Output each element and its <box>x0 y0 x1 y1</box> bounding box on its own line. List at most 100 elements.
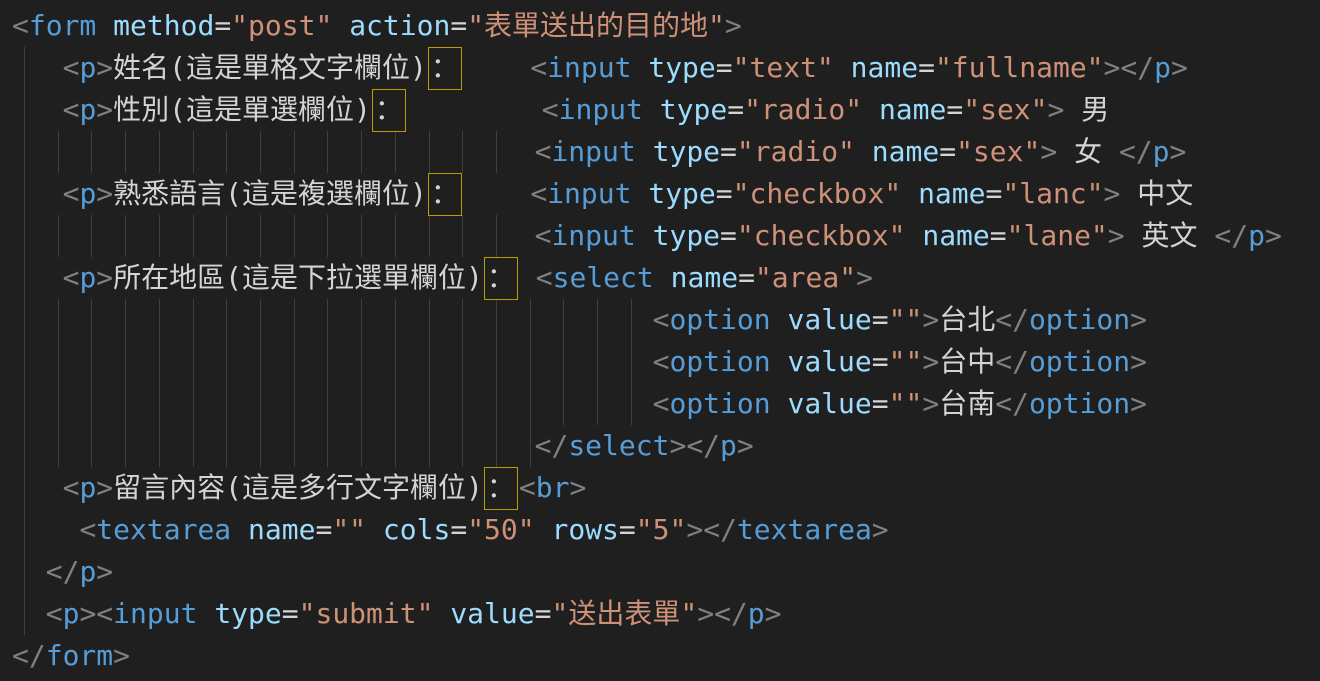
token-tx <box>463 51 530 84</box>
token-un: ： <box>428 47 462 90</box>
token-pn: </ <box>995 345 1029 378</box>
token-eq: = <box>939 135 956 168</box>
token-at: type <box>648 51 715 84</box>
token-un: ： <box>484 467 518 510</box>
token-tx <box>433 597 450 630</box>
code-line-5[interactable]: <p>熟悉語言(這是複選欄位)： <input type="checkbox" … <box>0 173 1320 215</box>
code-line-3[interactable]: <p>性別(這是單選欄位)： <input type="radio" name=… <box>0 89 1320 131</box>
token-pn: > <box>96 471 113 504</box>
code-text: <p>所在地區(這是下拉選單欄位)： <select name="area"> <box>0 257 1320 299</box>
token-tag: input <box>547 51 631 84</box>
token-eq: = <box>214 9 231 42</box>
code-line-15[interactable]: <p><input type="submit" value="送出表單"></p… <box>0 593 1320 635</box>
token-tag: option <box>669 303 770 336</box>
token-un: ： <box>428 173 462 216</box>
token-tx <box>407 93 542 126</box>
code-line-11[interactable]: </select></p> <box>0 425 1320 467</box>
token-eq: = <box>716 51 733 84</box>
token-pn: < <box>653 303 670 336</box>
token-st: "checkbox" <box>733 177 902 210</box>
token-pn: > <box>922 345 939 378</box>
code-line-12[interactable]: <p>留言內容(這是多行文字欄位)：<br> <box>0 467 1320 509</box>
code-line-14[interactable]: </p> <box>0 551 1320 593</box>
token-pn: > <box>1108 219 1125 252</box>
token-pn: </ <box>703 513 737 546</box>
code-line-8[interactable]: <option value="">台北</option> <box>0 299 1320 341</box>
token-ind <box>12 471 63 504</box>
code-line-4[interactable]: <input type="radio" name="sex"> 女 </p> <box>0 131 1320 173</box>
token-st: "post" <box>231 9 332 42</box>
code-line-10[interactable]: <option value="">台南</option> <box>0 383 1320 425</box>
token-ind <box>12 303 653 336</box>
token-pn: < <box>46 597 63 630</box>
token-pn: </ <box>995 387 1029 420</box>
token-pn: > <box>856 261 873 294</box>
token-tag: p <box>748 597 765 630</box>
token-at: rows <box>551 513 618 546</box>
code-line-7[interactable]: <p>所在地區(這是下拉選單欄位)： <select name="area"> <box>0 257 1320 299</box>
code-text: <p>留言內容(這是多行文字欄位)：<br> <box>0 467 1320 509</box>
token-pn: < <box>530 51 547 84</box>
code-text: <p>性別(這是單選欄位)： <input type="radio" name=… <box>0 89 1320 131</box>
token-tx <box>643 93 660 126</box>
token-ind <box>12 555 46 588</box>
token-st: "" <box>889 387 923 420</box>
token-tx: 台北 <box>939 303 995 336</box>
token-pn: > <box>922 387 939 420</box>
token-pn: < <box>535 135 552 168</box>
token-at: name <box>922 219 989 252</box>
code-line-2[interactable]: <p>姓名(這是單格文字欄位)： <input type="text" name… <box>0 47 1320 89</box>
token-tx: 所在地區(這是下拉選單欄位) <box>113 261 483 294</box>
token-pn: > <box>1171 51 1188 84</box>
token-tag: p <box>79 177 96 210</box>
token-tx <box>197 597 214 630</box>
token-tag: option <box>1029 345 1130 378</box>
token-pn: > <box>96 555 113 588</box>
code-line-6[interactable]: <input type="checkbox" name="lane"> 英文 <… <box>0 215 1320 257</box>
token-pn: > <box>1048 93 1065 126</box>
token-at: action <box>349 9 450 42</box>
token-pn: > <box>113 639 130 672</box>
code-line-1[interactable]: <form method="post" action="表單送出的目的地"> <box>0 5 1320 47</box>
token-tag: p <box>79 471 96 504</box>
code-text: <p>熟悉語言(這是複選欄位)： <input type="checkbox" … <box>0 173 1320 215</box>
token-tx: 英文 <box>1125 219 1215 252</box>
token-pn: < <box>63 51 80 84</box>
token-pn: < <box>536 261 553 294</box>
token-pn: > <box>1104 51 1121 84</box>
token-eq: = <box>315 513 332 546</box>
token-at: type <box>648 177 715 210</box>
token-st: "5" <box>636 513 687 546</box>
token-at: type <box>214 597 281 630</box>
token-pn: > <box>96 93 113 126</box>
code-line-13[interactable]: <textarea name="" cols="50" rows="5"></t… <box>0 509 1320 551</box>
token-eq: = <box>738 261 755 294</box>
token-tx <box>332 9 349 42</box>
code-text: <input type="checkbox" name="lane"> 英文 <… <box>0 215 1320 257</box>
token-eq: = <box>872 303 889 336</box>
token-pn: > <box>922 303 939 336</box>
token-pn: < <box>653 345 670 378</box>
code-text: <input type="radio" name="sex"> 女 </p> <box>0 131 1320 173</box>
code-text: <p><input type="submit" value="送出表單"></p… <box>0 593 1320 635</box>
token-tx <box>834 51 851 84</box>
token-pn: > <box>725 9 742 42</box>
token-pn: > <box>79 597 96 630</box>
token-eq: = <box>720 219 737 252</box>
code-line-16[interactable]: </form> <box>0 635 1320 677</box>
token-tag: p <box>720 429 737 462</box>
token-tx <box>771 387 788 420</box>
token-ind <box>12 513 79 546</box>
token-at: value <box>787 387 871 420</box>
token-st: "submit" <box>299 597 434 630</box>
token-tx <box>366 513 383 546</box>
token-eq: = <box>535 597 552 630</box>
token-st: "lane" <box>1007 219 1108 252</box>
token-tx <box>519 261 536 294</box>
code-editor[interactable]: <form method="post" action="表單送出的目的地"> <… <box>0 0 1320 681</box>
code-line-9[interactable]: <option value="">台中</option> <box>0 341 1320 383</box>
token-at: cols <box>383 513 450 546</box>
token-pn: < <box>79 513 96 546</box>
token-eq: = <box>918 51 935 84</box>
token-pn: </ <box>714 597 748 630</box>
